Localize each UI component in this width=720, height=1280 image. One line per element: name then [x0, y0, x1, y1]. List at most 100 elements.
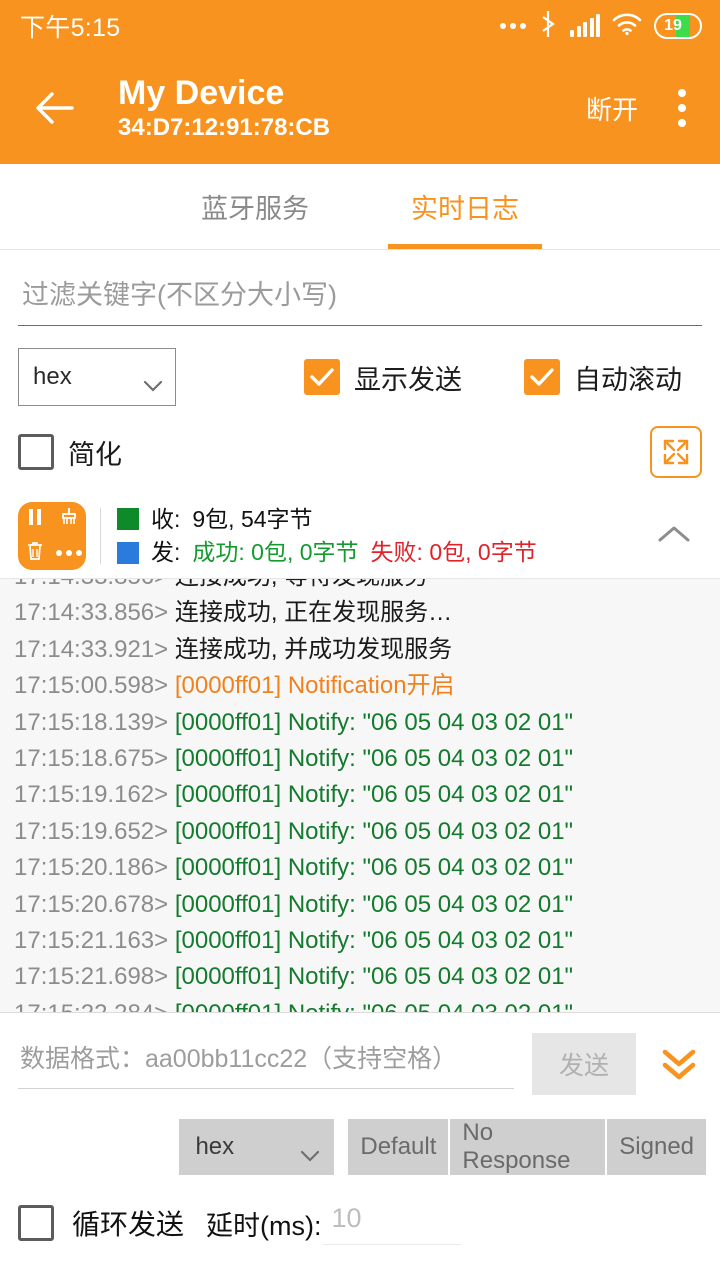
- show-send-checkbox[interactable]: 显示发送: [304, 358, 462, 397]
- log-line: 17:15:18.675> [0000ff01] Notify: "06 05 …: [14, 741, 706, 777]
- log-controls-row: hex 显示发送 自动滚动: [0, 326, 720, 406]
- log-line: 17:15:18.139> [0000ff01] Notify: "06 05 …: [14, 705, 706, 741]
- log-message: 连接成功, 等待发现服务: [175, 578, 428, 590]
- battery-level: 19: [664, 17, 682, 35]
- write-type-segmented-control: DefaultNo ResponseSigned: [348, 1119, 706, 1175]
- auto-scroll-checkbox[interactable]: 自动滚动: [524, 358, 682, 397]
- double-chevron-down-icon[interactable]: [650, 1044, 708, 1084]
- log-line: 17:15:21.698> [0000ff01] Notify: "06 05 …: [14, 959, 706, 995]
- tx-stat-line: 发: 成功: 0包, 0字节 失败: 0包, 0字节: [117, 536, 646, 569]
- collapse-stats-button[interactable]: [646, 524, 702, 549]
- log-message: [0000ff01] Notify: "06 05 04 03 02 01": [175, 891, 573, 918]
- log-timestamp: 17:15:00.598>: [14, 672, 175, 699]
- log-timestamp: 17:15:18.139>: [14, 709, 175, 736]
- delay-label: 延时(ms):: [206, 1204, 321, 1243]
- auto-scroll-label: 自动滚动: [574, 358, 682, 397]
- send-data-input[interactable]: [18, 1039, 514, 1089]
- log-line-list: 17:14:33.856> 连接成功, 正在发现服务…17:14:33.921>…: [14, 595, 706, 1013]
- send-format-select[interactable]: hex: [179, 1119, 334, 1175]
- overflow-menu-icon[interactable]: [662, 89, 702, 127]
- log-output-panel[interactable]: 17:14:33.856> 连接成功, 等待发现服务 17:14:33.856>…: [0, 578, 720, 1013]
- tx-success-value: 成功: 0包, 0字节: [192, 536, 358, 569]
- tab-realtime-log[interactable]: 实时日志: [360, 164, 570, 249]
- wifi-icon: [612, 12, 642, 41]
- log-line: 17:14:33.921> 连接成功, 并成功发现服务: [14, 632, 706, 668]
- log-timestamp: 17:15:21.163>: [14, 927, 175, 954]
- trash-icon: [26, 541, 44, 566]
- log-line: 17:15:20.678> [0000ff01] Notify: "06 05 …: [14, 887, 706, 923]
- write-type-signed-button[interactable]: Signed: [607, 1119, 706, 1175]
- write-type-default-button[interactable]: Default: [348, 1119, 448, 1175]
- log-timestamp: 17:15:18.675>: [14, 745, 175, 772]
- chevron-down-icon: [300, 1141, 320, 1153]
- send-input-wrap: [18, 1039, 514, 1089]
- more-dots-icon: [56, 550, 82, 556]
- pause-icon: [26, 507, 44, 532]
- log-line: 17:15:22.284> [0000ff01] Notify: "06 05 …: [14, 996, 706, 1013]
- log-line: 17:15:19.162> [0000ff01] Notify: "06 05 …: [14, 777, 706, 813]
- log-line: 17:15:00.598> [0000ff01] Notification开启: [14, 668, 706, 704]
- expand-icon[interactable]: [650, 426, 702, 478]
- log-line: 17:14:33.856> 连接成功, 正在发现服务…: [14, 595, 706, 631]
- log-message: [0000ff01] Notify: "06 05 04 03 02 01": [175, 709, 573, 736]
- broom-icon: [59, 507, 79, 532]
- more-dots-icon: [500, 23, 526, 29]
- log-message: [0000ff01] Notify: "06 05 04 03 02 01": [175, 963, 573, 990]
- log-message: [0000ff01] Notify: "06 05 04 03 02 01": [175, 818, 573, 845]
- send-button[interactable]: 发送: [532, 1033, 636, 1095]
- log-line: 17:15:20.186> [0000ff01] Notify: "06 05 …: [14, 850, 706, 886]
- delay-input[interactable]: [322, 1201, 462, 1245]
- chevron-down-icon: [143, 371, 163, 383]
- log-message: 连接成功, 正在发现服务…: [175, 599, 452, 626]
- log-message: [0000ff01] Notify: "06 05 04 03 02 01": [175, 927, 573, 954]
- battery-icon: 19: [654, 13, 702, 39]
- tab-bluetooth-services[interactable]: 蓝牙服务: [150, 164, 360, 249]
- loop-send-label: 循环发送: [72, 1203, 184, 1243]
- tx-color-swatch: [117, 542, 139, 564]
- log-message: 连接成功, 并成功发现服务: [175, 636, 452, 663]
- send-format-value: hex: [195, 1133, 234, 1161]
- log-timestamp: 17:15:19.162>: [14, 781, 175, 808]
- log-message: [0000ff01] Notify: "06 05 04 03 02 01": [175, 745, 573, 772]
- tx-fail-value: 失败: 0包, 0字节: [371, 536, 537, 569]
- loop-send-checkbox[interactable]: [18, 1205, 54, 1241]
- stats-bar: 收: 9包, 54字节 发: 成功: 0包, 0字节 失败: 0包, 0字节: [0, 492, 720, 578]
- simplify-checkbox[interactable]: 简化: [18, 433, 122, 472]
- disconnect-button[interactable]: 断开: [574, 82, 650, 135]
- status-time: 下午5:15: [20, 8, 120, 44]
- log-controls-row-2: 简化: [0, 406, 720, 478]
- filter-input[interactable]: [18, 272, 702, 326]
- log-timestamp: 17:15:20.186>: [14, 854, 175, 881]
- rx-value: 9包, 54字节: [192, 503, 312, 536]
- log-line: 17:15:19.652> [0000ff01] Notify: "06 05 …: [14, 814, 706, 850]
- tx-prefix: 发:: [151, 536, 180, 569]
- rx-stat-line: 收: 9包, 54字节: [117, 503, 646, 536]
- write-type-no-response-button[interactable]: No Response: [450, 1119, 605, 1175]
- log-timestamp: 17:14:33.856>: [14, 599, 175, 626]
- checkbox-checked-icon: [304, 359, 340, 395]
- title-block: My Device 34:D7:12:91:78:CB: [118, 74, 574, 143]
- signal-icon: [570, 15, 600, 37]
- log-timestamp: 17:15:21.698>: [14, 963, 175, 990]
- rx-prefix: 收:: [151, 503, 180, 536]
- page-title: My Device: [118, 74, 574, 112]
- log-format-select[interactable]: hex: [18, 348, 176, 406]
- bluetooth-icon: [538, 10, 558, 43]
- simplify-label: 简化: [68, 433, 122, 472]
- app-bar: My Device 34:D7:12:91:78:CB 断开: [0, 52, 720, 164]
- log-message: [0000ff01] Notification开启: [175, 672, 455, 699]
- log-actions-button[interactable]: [18, 502, 86, 570]
- log-message: [0000ff01] Notify: "06 05 04 03 02 01": [175, 1000, 573, 1013]
- device-address: 34:D7:12:91:78:CB: [118, 114, 574, 143]
- log-format-value: hex: [33, 363, 72, 391]
- back-arrow-icon[interactable]: [28, 81, 82, 135]
- log-timestamp: 17:15:20.678>: [14, 891, 175, 918]
- log-timestamp: 17:15:22.284>: [14, 1000, 175, 1013]
- log-timestamp: 17:14:33.856>: [14, 578, 168, 590]
- write-options-row: hex DefaultNo ResponseSigned: [0, 1095, 720, 1175]
- app-screen: 下午5:15 19: [0, 0, 720, 1280]
- log-message: [0000ff01] Notify: "06 05 04 03 02 01": [175, 781, 573, 808]
- divider: [100, 508, 101, 564]
- log-line-clipped: 17:14:33.856> 连接成功, 等待发现服务: [14, 578, 706, 595]
- checkbox-checked-icon: [524, 359, 560, 395]
